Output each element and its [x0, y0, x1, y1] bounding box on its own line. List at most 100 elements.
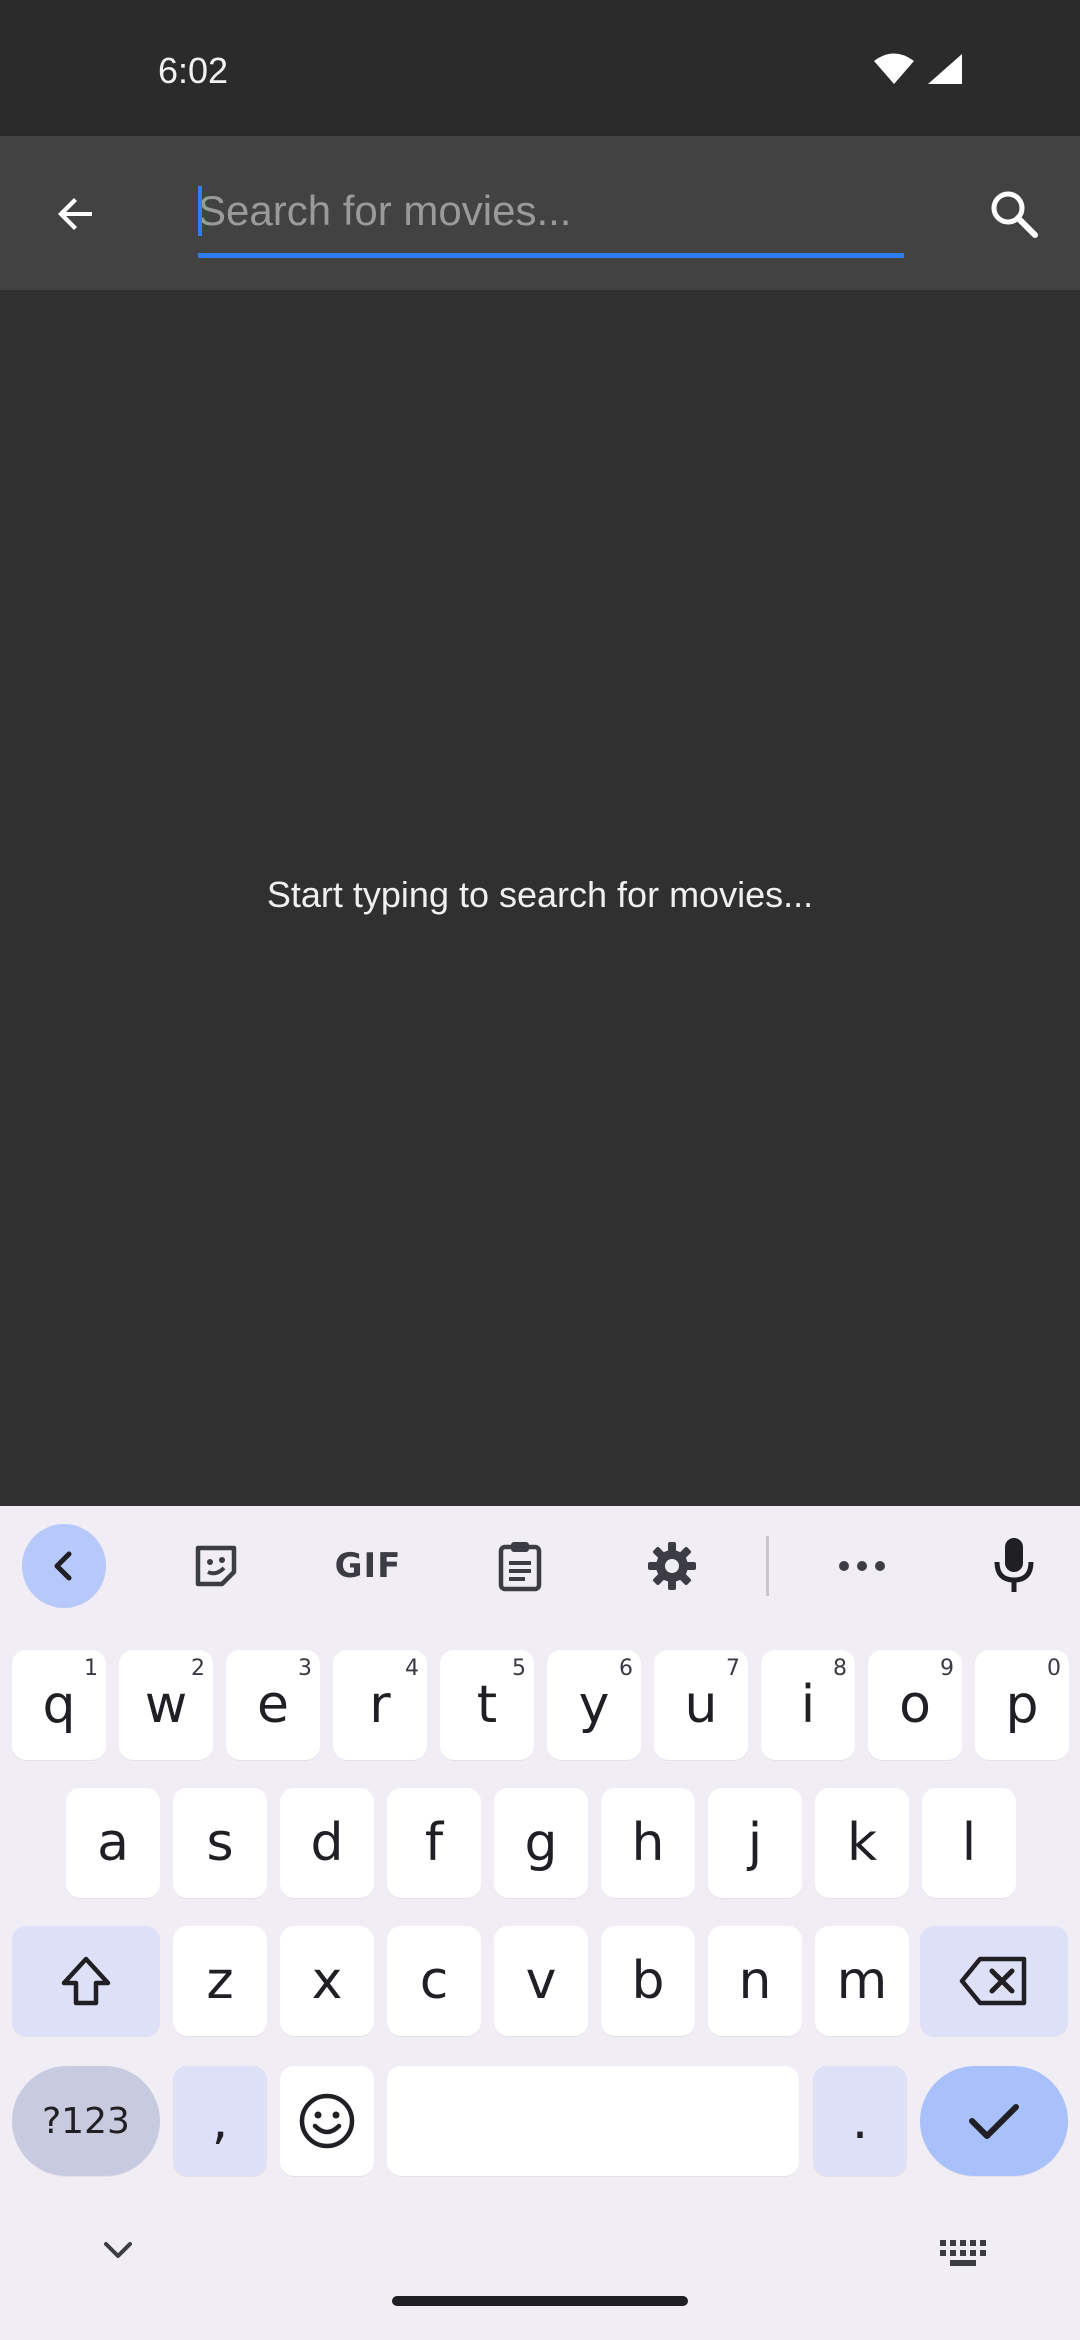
keyboard-icon: [940, 2240, 986, 2266]
key-label: w: [144, 1675, 188, 1735]
key-e[interactable]: e3: [226, 1650, 320, 1760]
key-hint: 0: [1047, 1656, 1061, 1681]
key-label: y: [578, 1675, 610, 1735]
keyboard-toolbar: GIF: [0, 1506, 1080, 1626]
key-c[interactable]: c: [387, 1926, 481, 2036]
key-label: c: [419, 1951, 449, 2011]
period-key[interactable]: .: [813, 2066, 907, 2176]
gear-icon: [648, 1542, 696, 1590]
key-b[interactable]: b: [601, 1926, 695, 2036]
chevron-left-icon: [54, 1551, 72, 1581]
key-hint: 4: [405, 1656, 419, 1681]
voice-input-button[interactable]: [972, 1524, 1056, 1608]
arrow-back-icon: [58, 198, 92, 230]
symbols-key[interactable]: ?123: [12, 2066, 160, 2176]
key-f[interactable]: f: [387, 1788, 481, 1898]
key-hint: 2: [191, 1656, 205, 1681]
settings-button[interactable]: [630, 1524, 714, 1608]
key-v[interactable]: v: [494, 1926, 588, 2036]
search-icon: [991, 191, 1038, 238]
key-o[interactable]: o9: [868, 1650, 962, 1760]
key-label: n: [738, 1951, 772, 2011]
key-p[interactable]: p0: [975, 1650, 1069, 1760]
clipboard-button[interactable]: [478, 1524, 562, 1608]
mic-icon: [994, 1538, 1034, 1592]
key-label: b: [631, 1951, 665, 2011]
key-w[interactable]: w2: [119, 1650, 213, 1760]
key-label: p: [1005, 1675, 1039, 1735]
key-z[interactable]: z: [173, 1926, 267, 2036]
key-label: o: [899, 1675, 931, 1735]
emoji-key[interactable]: [280, 2066, 374, 2176]
key-hint: 9: [940, 1656, 954, 1681]
gif-button[interactable]: GIF: [326, 1524, 410, 1608]
check-icon: [969, 2104, 1019, 2139]
key-label: v: [525, 1951, 557, 2011]
key-label: h: [631, 1813, 665, 1873]
key-l[interactable]: l: [922, 1788, 1016, 1898]
clipboard-icon: [498, 1542, 542, 1592]
key-label: f: [424, 1813, 444, 1873]
app-bar: [0, 136, 1080, 290]
key-hint: 8: [833, 1656, 847, 1681]
key-label: j: [747, 1813, 763, 1873]
key-m[interactable]: m: [815, 1926, 909, 2036]
key-t[interactable]: t5: [440, 1650, 534, 1760]
key-label: d: [310, 1813, 344, 1873]
comma-key[interactable]: ,: [173, 2066, 267, 2176]
switch-keyboard-button[interactable]: [938, 2238, 988, 2275]
key-u[interactable]: u7: [654, 1650, 748, 1760]
shift-icon: [61, 1956, 111, 2006]
key-j[interactable]: j: [708, 1788, 802, 1898]
key-a[interactable]: a: [66, 1788, 160, 1898]
symbols-label: ?123: [42, 2100, 130, 2142]
space-key[interactable]: [387, 2066, 799, 2176]
key-k[interactable]: k: [815, 1788, 909, 1898]
key-i[interactable]: i8: [761, 1650, 855, 1760]
key-x[interactable]: x: [280, 1926, 374, 2036]
key-d[interactable]: d: [280, 1788, 374, 1898]
chevron-down-icon: [104, 2242, 132, 2258]
key-r[interactable]: r4: [333, 1650, 427, 1760]
key-hint: 7: [726, 1656, 740, 1681]
more-icon: [839, 1561, 885, 1571]
key-label: r: [369, 1675, 391, 1735]
sticker-button[interactable]: [174, 1524, 258, 1608]
back-button[interactable]: [36, 174, 116, 254]
key-label: e: [257, 1675, 289, 1735]
sticker-icon: [195, 1545, 237, 1587]
shift-key[interactable]: [12, 1926, 160, 2036]
search-button[interactable]: [972, 172, 1056, 256]
key-label: k: [846, 1813, 878, 1873]
status-time: 6:02: [158, 50, 229, 91]
key-hint: 1: [84, 1656, 98, 1681]
key-label: u: [684, 1675, 718, 1735]
key-y[interactable]: y6: [547, 1650, 641, 1760]
key-q[interactable]: q1: [12, 1650, 106, 1760]
key-n[interactable]: n: [708, 1926, 802, 2036]
key-s[interactable]: s: [173, 1788, 267, 1898]
key-h[interactable]: h: [601, 1788, 695, 1898]
cell-signal-icon: [928, 54, 962, 84]
more-button[interactable]: [820, 1524, 904, 1608]
home-handle[interactable]: [392, 2296, 688, 2306]
toolbar-divider: [766, 1536, 769, 1596]
backspace-key[interactable]: [920, 1926, 1068, 2036]
enter-key[interactable]: [920, 2066, 1068, 2176]
wifi-icon: [874, 53, 914, 84]
key-label: l: [961, 1813, 977, 1873]
hide-keyboard-button[interactable]: [98, 2236, 138, 2269]
key-label: m: [836, 1951, 888, 2011]
key-hint: 3: [298, 1656, 312, 1681]
key-label: .: [851, 2091, 869, 2151]
search-field[interactable]: [198, 176, 904, 258]
key-label: ,: [211, 2091, 229, 2151]
search-input[interactable]: [198, 176, 904, 246]
key-g[interactable]: g: [494, 1788, 588, 1898]
status-icons: [872, 52, 964, 86]
collapse-toolbar-button[interactable]: [22, 1524, 106, 1608]
text-cursor: [198, 186, 202, 236]
gif-label: GIF: [334, 1546, 402, 1586]
soft-keyboard: GIF q 1 w 2 e 3 r 4 t 5 y 6 u 7 i 8 o 9 …: [0, 1506, 1080, 2340]
key-hint: 6: [619, 1656, 633, 1681]
